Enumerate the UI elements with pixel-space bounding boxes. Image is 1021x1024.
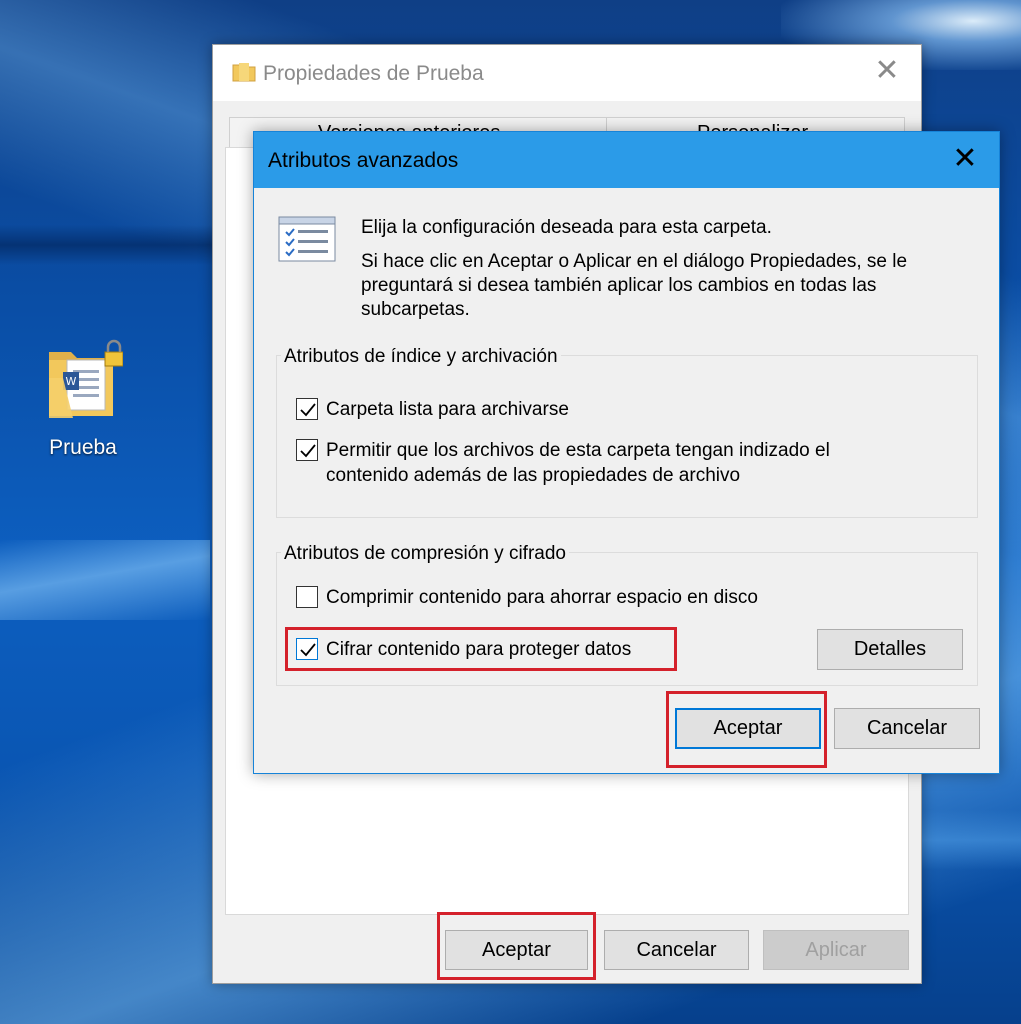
advanced-attributes-dialog: Atributos avanzados ✕ Elija la configura…: [253, 131, 1000, 774]
light-beam: [0, 540, 210, 620]
desktop-icon-prueba[interactable]: W Prueba: [28, 338, 138, 460]
option-label: Carpeta lista para archivarse: [326, 399, 569, 420]
advanced-titlebar[interactable]: Atributos avanzados ✕: [254, 132, 999, 188]
option-compress[interactable]: Comprimir contenido para ahorrar espacio…: [296, 585, 896, 610]
intro-detail: Si hace clic en Aceptar o Aplicar en el …: [361, 251, 908, 320]
advanced-title: Atributos avanzados: [268, 149, 459, 172]
option-ready-to-archive[interactable]: Carpeta lista para archivarse: [296, 397, 956, 422]
properties-title: Propiedades de Prueba: [263, 62, 484, 85]
details-button[interactable]: Detalles: [817, 629, 963, 670]
light-band: [0, 225, 212, 265]
accept-button[interactable]: Aceptar: [445, 930, 588, 970]
settings-list-icon: [278, 216, 336, 264]
accept-button[interactable]: Aceptar: [675, 708, 821, 749]
desktop-icon-label: Prueba: [49, 436, 117, 459]
option-label: Cifrar contenido para proteger datos: [326, 639, 632, 660]
intro-text: Elija la configuración deseada para esta…: [361, 216, 981, 332]
compression-group-legend: Atributos de compresión y cifrado: [281, 543, 569, 565]
properties-titlebar[interactable]: Propiedades de Prueba ✕: [213, 45, 921, 101]
apply-button[interactable]: Aplicar: [763, 930, 909, 970]
index-attributes-group: [276, 355, 978, 518]
intro-line: Elija la configuración deseada para esta…: [361, 217, 772, 238]
encrypted-folder-icon: W: [43, 338, 124, 428]
light-band: [921, 810, 1021, 870]
cancel-button[interactable]: Cancelar: [604, 930, 749, 970]
close-icon[interactable]: ✕: [951, 144, 979, 174]
option-label: Permitir que los archivos de esta carpet…: [326, 440, 830, 486]
checkbox[interactable]: [296, 638, 318, 660]
cancel-button[interactable]: Cancelar: [834, 708, 980, 749]
checkbox[interactable]: [296, 586, 318, 608]
option-label: Comprimir contenido para ahorrar espacio…: [326, 587, 758, 608]
checkbox[interactable]: [296, 398, 318, 420]
close-icon[interactable]: ✕: [873, 56, 901, 86]
option-allow-indexing[interactable]: Permitir que los archivos de esta carpet…: [296, 438, 916, 488]
checkbox[interactable]: [296, 439, 318, 461]
index-group-legend: Atributos de índice y archivación: [281, 346, 561, 368]
svg-text:W: W: [66, 375, 77, 388]
folder-lock-icon: [231, 59, 257, 85]
option-encrypt[interactable]: Cifrar contenido para proteger datos: [296, 637, 696, 662]
